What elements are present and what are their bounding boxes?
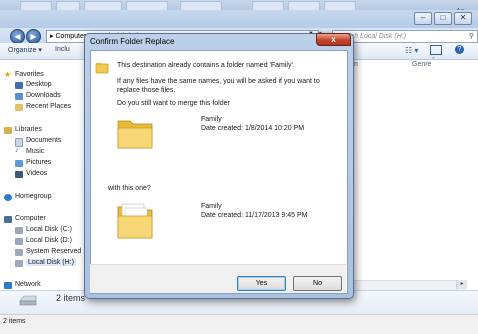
dialog-message-line2: If any files have the same names, you wi… bbox=[117, 78, 320, 94]
sort-arrow-icon: ^ bbox=[432, 57, 435, 63]
ribbon-tab bbox=[84, 1, 122, 10]
nav-item-recent-places[interactable]: Recent Places bbox=[26, 103, 71, 110]
dialog-message-line3: Do you still want to merge this folder bbox=[117, 100, 230, 107]
nav-favorites[interactable]: Favorites bbox=[15, 71, 44, 78]
close-window-button[interactable]: ✕ bbox=[454, 12, 472, 25]
window-titlebar bbox=[0, 10, 478, 28]
drive-icon bbox=[19, 295, 37, 306]
nav-libraries[interactable]: Libraries bbox=[15, 126, 42, 133]
ribbon-tab bbox=[252, 1, 284, 10]
search-icon: ⚲ bbox=[468, 33, 474, 40]
drive-icon bbox=[15, 260, 23, 267]
help-icon[interactable]: ? bbox=[455, 45, 464, 54]
nav-computer[interactable]: Computer bbox=[15, 215, 46, 222]
ribbon-tab bbox=[20, 1, 52, 10]
nav-item-system-reserved[interactable]: System Reserved bbox=[26, 248, 81, 255]
music-icon: ♪ bbox=[15, 147, 19, 154]
organize-button[interactable]: Organize ▾ bbox=[8, 46, 42, 54]
status-bar bbox=[0, 314, 478, 334]
network-icon bbox=[4, 282, 12, 289]
destination-folder-date: Date created: 11/17/2013 9:45 PM bbox=[201, 212, 308, 219]
nav-item-drive-d[interactable]: Local Disk (D:) bbox=[26, 237, 72, 244]
nav-item-drive-h[interactable]: Local Disk (H:) bbox=[26, 259, 76, 266]
no-button[interactable]: No bbox=[293, 276, 342, 291]
drive-icon bbox=[15, 238, 23, 245]
ribbon-tab bbox=[180, 1, 222, 10]
nav-item-music[interactable]: Music bbox=[26, 148, 44, 155]
dialog-message-line1: This destination already contains a fold… bbox=[117, 62, 295, 69]
maximize-button[interactable]: □ bbox=[434, 12, 452, 25]
ribbon-tab bbox=[288, 1, 320, 10]
nav-item-desktop[interactable]: Desktop bbox=[26, 81, 52, 88]
favorites-star-icon: ★ bbox=[4, 70, 12, 79]
navigation-pane: ★ Favorites Desktop Downloads Recent Pla… bbox=[0, 60, 96, 322]
with-this-one-label: with this one? bbox=[108, 185, 151, 192]
back-button[interactable]: ◀ bbox=[10, 29, 25, 44]
preview-pane-icon[interactable] bbox=[430, 45, 442, 55]
folder-with-files-icon bbox=[117, 203, 153, 239]
details-item-count: 2 items bbox=[56, 293, 86, 303]
folder-icon bbox=[95, 63, 109, 74]
nav-item-pictures[interactable]: Pictures bbox=[26, 159, 51, 166]
nav-item-videos[interactable]: Videos bbox=[26, 170, 47, 177]
recent-places-icon bbox=[15, 104, 23, 111]
downloads-icon bbox=[15, 93, 23, 100]
include-in-library-button[interactable]: Inclu bbox=[55, 46, 70, 53]
folder-icon bbox=[117, 120, 153, 149]
ribbon-tab bbox=[324, 1, 356, 10]
nav-homegroup[interactable]: Homegroup bbox=[15, 193, 52, 200]
nav-item-documents[interactable]: Documents bbox=[26, 137, 61, 144]
source-folder-date: Date created: 1/8/2014 10:20 PM bbox=[201, 125, 305, 132]
ribbon-tab bbox=[126, 1, 168, 10]
change-view-icon[interactable]: ☷ ▾ bbox=[405, 46, 418, 55]
background-ribbon bbox=[0, 0, 478, 10]
homegroup-icon bbox=[4, 194, 12, 201]
column-header-genre[interactable]: Genre bbox=[412, 61, 431, 68]
status-text: 2 items bbox=[3, 318, 26, 325]
yes-button[interactable]: Yes bbox=[237, 276, 286, 291]
drive-icon bbox=[15, 249, 23, 256]
ribbon-tab bbox=[56, 1, 80, 10]
videos-icon bbox=[15, 171, 23, 178]
scroll-right-arrow-icon[interactable]: ▸ bbox=[456, 280, 467, 289]
forward-button[interactable]: ▶ bbox=[26, 29, 41, 44]
minimize-button[interactable]: – bbox=[414, 12, 432, 25]
drive-icon bbox=[15, 227, 23, 234]
back-arrow-icon: ◀ bbox=[14, 32, 21, 41]
forward-arrow-icon: ▶ bbox=[30, 32, 37, 41]
dialog-close-button[interactable]: x bbox=[316, 33, 351, 46]
documents-icon bbox=[15, 138, 23, 147]
nav-item-downloads[interactable]: Downloads bbox=[26, 92, 61, 99]
computer-icon bbox=[4, 216, 12, 223]
destination-folder-name: Family bbox=[201, 203, 222, 210]
dialog-body: This destination already contains a fold… bbox=[90, 50, 348, 294]
nav-network[interactable]: Network bbox=[15, 281, 41, 288]
nav-item-drive-c[interactable]: Local Disk (C:) bbox=[26, 226, 72, 233]
libraries-icon bbox=[4, 127, 12, 134]
desktop-icon bbox=[15, 82, 23, 89]
pictures-icon bbox=[15, 160, 23, 167]
dialog-title: Confirm Folder Replace bbox=[90, 37, 175, 46]
source-folder-name: Family bbox=[201, 116, 222, 123]
